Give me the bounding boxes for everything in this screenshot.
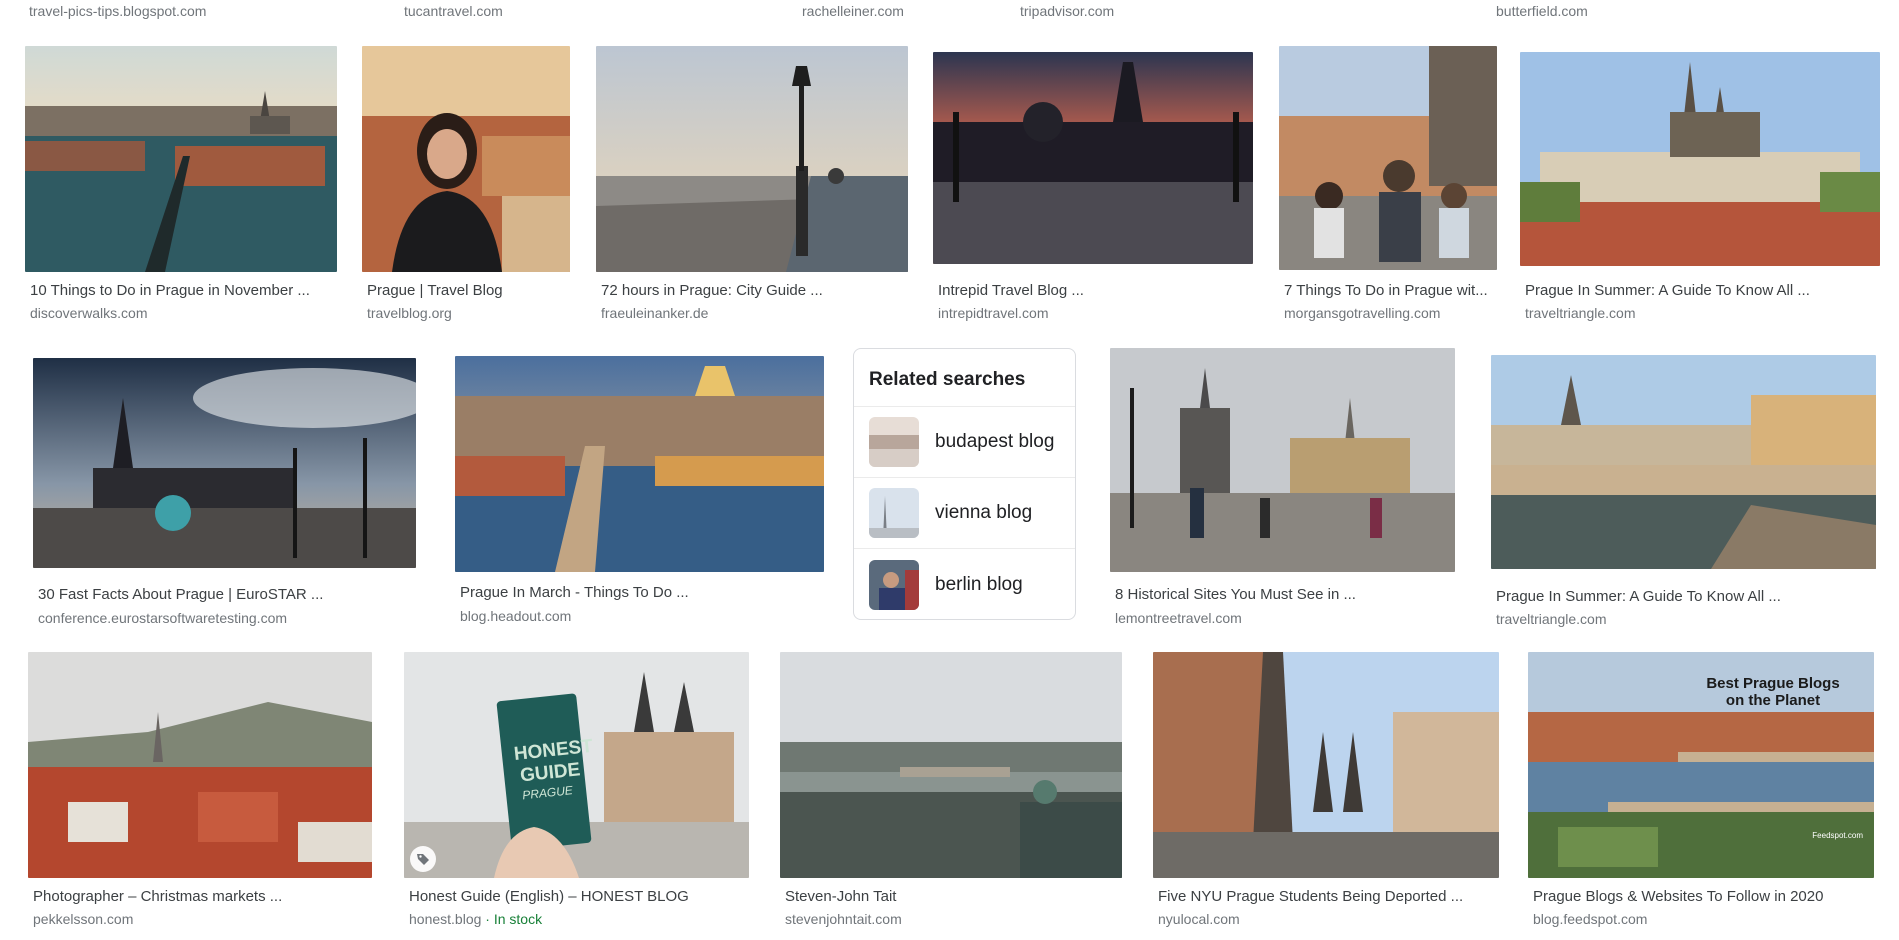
result-image[interactable]: HONEST GUIDE PRAGUE [404, 652, 749, 878]
result-image[interactable] [596, 46, 908, 272]
result-source[interactable]: pekkelsson.com [33, 911, 133, 927]
result-image[interactable] [362, 46, 570, 272]
result-title[interactable]: 8 Historical Sites You Must See in ... [1115, 586, 1452, 603]
best-blogs-banner-text: Best Prague Blogs [1706, 675, 1839, 692]
related-search-label[interactable]: budapest blog [935, 431, 1054, 453]
related-search-label[interactable]: berlin blog [935, 574, 1023, 596]
image-result-9[interactable]: 8 Historical Sites You Must See in ... l… [1110, 348, 1455, 630]
image-result-3[interactable]: 72 hours in Prague: City Guide ... fraeu… [596, 46, 908, 326]
result-image[interactable] [1491, 355, 1876, 569]
result-source[interactable]: nyulocal.com [1158, 911, 1240, 927]
result-title[interactable]: 7 Things To Do in Prague wit... [1284, 282, 1494, 299]
result-source[interactable]: lemontreetravel.com [1115, 610, 1242, 626]
result-image[interactable] [1153, 652, 1499, 878]
result-source[interactable]: traveltriangle.com [1496, 611, 1607, 627]
result-image[interactable] [1279, 46, 1497, 270]
result-title[interactable]: 30 Fast Facts About Prague | EuroSTAR ..… [38, 586, 413, 603]
result-source[interactable]: fraeuleinanker.de [601, 305, 708, 321]
top-source-1[interactable]: travel-pics-tips.blogspot.com [29, 3, 206, 19]
tag-icon[interactable] [410, 846, 436, 872]
result-image[interactable] [933, 52, 1253, 264]
result-title[interactable]: Honest Guide (English) – HONEST BLOG [409, 888, 754, 905]
image-result-13[interactable]: Steven-John Tait stevenjohntait.com [780, 652, 1127, 940]
best-blogs-banner-text: on the Planet [1726, 692, 1820, 709]
related-search-vienna[interactable]: vienna blog [854, 478, 1075, 549]
top-source-5[interactable]: butterfield.com [1496, 3, 1588, 19]
result-title[interactable]: 72 hours in Prague: City Guide ... [601, 282, 906, 299]
result-image[interactable]: Best Prague Blogs on the Planet Feedspot… [1528, 652, 1874, 878]
related-searches-title: Related searches [854, 349, 1075, 407]
result-image[interactable] [455, 356, 824, 572]
image-result-7[interactable]: 30 Fast Facts About Prague | EuroSTAR ..… [33, 358, 416, 630]
related-thumb [869, 417, 919, 467]
result-source-domain[interactable]: honest.blog [409, 911, 481, 927]
result-source[interactable]: honest.blog · In stock [409, 911, 542, 927]
image-result-2[interactable]: Prague | Travel Blog travelblog.org [362, 46, 570, 326]
result-title[interactable]: Prague In Summer: A Guide To Know All ..… [1496, 588, 1876, 605]
top-source-2[interactable]: tucantravel.com [404, 3, 503, 19]
image-result-5[interactable]: 7 Things To Do in Prague wit... morgansg… [1279, 46, 1497, 326]
top-source-3[interactable]: rachelleiner.com [802, 3, 904, 19]
result-title[interactable]: Prague Blogs & Websites To Follow in 202… [1533, 888, 1879, 905]
result-title[interactable]: Prague In March - Things To Do ... [460, 584, 822, 601]
image-result-15[interactable]: Best Prague Blogs on the Planet Feedspot… [1528, 652, 1878, 940]
result-source[interactable]: conference.eurostarsoftwaretesting.com [38, 610, 287, 626]
top-source-4[interactable]: tripadvisor.com [1020, 3, 1114, 19]
result-title[interactable]: Prague | Travel Blog [367, 282, 567, 299]
result-image[interactable] [1110, 348, 1455, 572]
result-image[interactable] [1520, 52, 1880, 266]
result-image[interactable] [28, 652, 372, 878]
result-source[interactable]: blog.feedspot.com [1533, 911, 1647, 927]
image-result-8[interactable]: Prague In March - Things To Do ... blog.… [455, 356, 825, 630]
related-searches-card: Related searches budapest blog vienna bl… [853, 348, 1076, 620]
result-source[interactable]: traveltriangle.com [1525, 305, 1636, 321]
in-stock-label: · In stock [481, 911, 543, 927]
image-result-4[interactable]: Intrepid Travel Blog ... intrepidtravel.… [933, 52, 1253, 326]
result-title[interactable]: Steven-John Tait [785, 888, 1125, 905]
related-thumb [869, 559, 919, 610]
result-title[interactable]: Intrepid Travel Blog ... [938, 282, 1250, 299]
result-title[interactable]: Prague In Summer: A Guide To Know All ..… [1525, 282, 1877, 299]
result-image[interactable] [25, 46, 337, 272]
result-title[interactable]: Photographer – Christmas markets ... [33, 888, 373, 905]
image-result-14[interactable]: Five NYU Prague Students Being Deported … [1153, 652, 1505, 940]
related-search-berlin[interactable]: berlin blog [854, 549, 1075, 619]
related-thumb [869, 488, 919, 538]
related-search-budapest[interactable]: budapest blog [854, 407, 1075, 478]
related-search-label[interactable]: vienna blog [935, 502, 1032, 524]
result-source[interactable]: morgansgotravelling.com [1284, 305, 1440, 321]
image-result-11[interactable]: Photographer – Christmas markets ... pek… [28, 652, 377, 940]
image-result-12[interactable]: HONEST GUIDE PRAGUE Honest Guide (Englis… [404, 652, 756, 940]
result-source[interactable]: intrepidtravel.com [938, 305, 1049, 321]
result-source[interactable]: discoverwalks.com [30, 305, 147, 321]
image-result-10[interactable]: Prague In Summer: A Guide To Know All ..… [1491, 355, 1881, 630]
feedspot-watermark: Feedspot.com [1812, 831, 1863, 840]
result-title[interactable]: Five NYU Prague Students Being Deported … [1158, 888, 1498, 905]
image-result-6[interactable]: Prague In Summer: A Guide To Know All ..… [1520, 52, 1880, 326]
result-source[interactable]: travelblog.org [367, 305, 452, 321]
result-title[interactable]: 10 Things to Do in Prague in November ..… [30, 282, 335, 299]
image-result-1[interactable]: 10 Things to Do in Prague in November ..… [25, 46, 337, 326]
result-source[interactable]: blog.headout.com [460, 608, 571, 624]
result-image[interactable] [33, 358, 416, 568]
result-source[interactable]: stevenjohntait.com [785, 911, 902, 927]
result-image[interactable] [780, 652, 1122, 878]
